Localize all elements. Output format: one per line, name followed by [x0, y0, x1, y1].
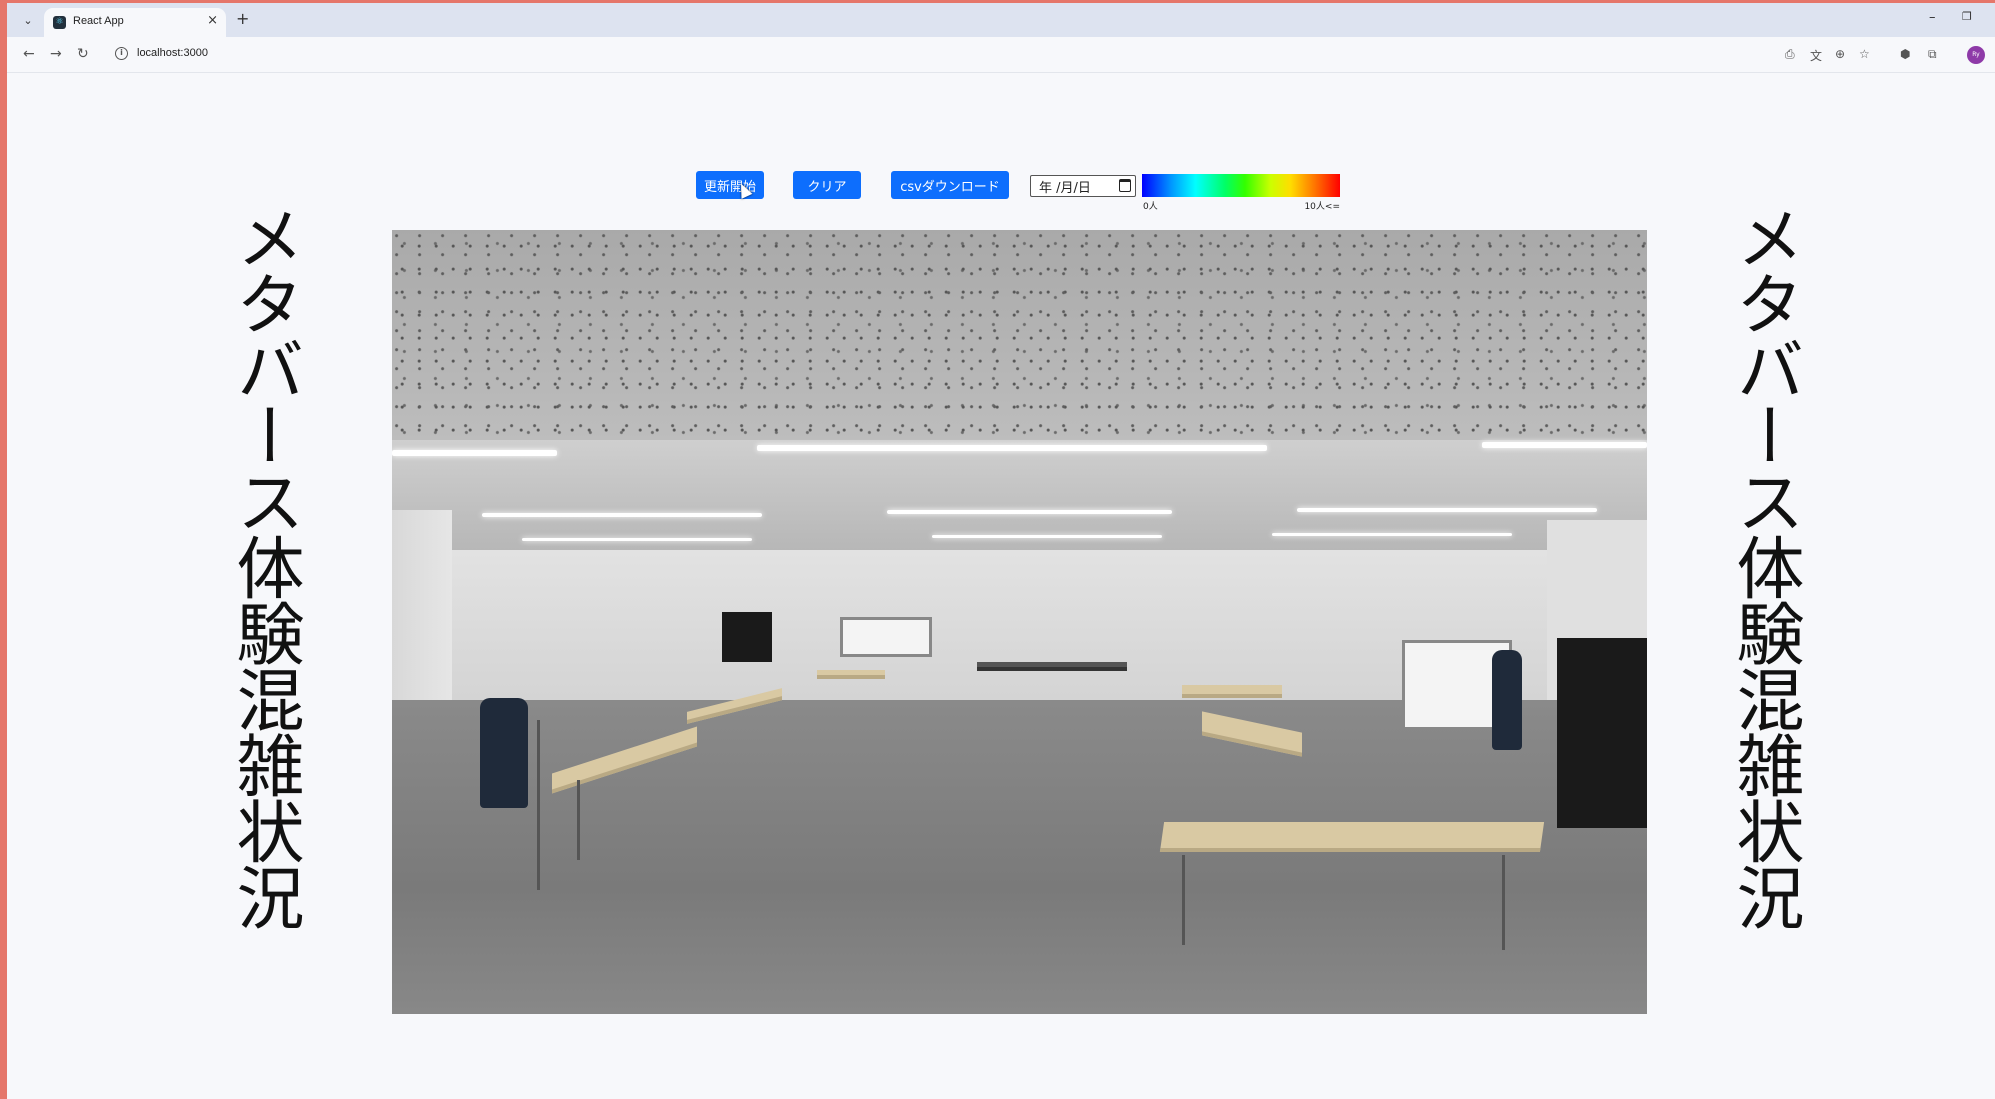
table: [817, 670, 885, 679]
csv-download-button[interactable]: csvダウンロード: [891, 171, 1009, 199]
table-leg: [577, 780, 580, 860]
page-title-left: メタバース体験混雑状況: [224, 203, 303, 929]
tab-strip: ⌄ ⚛ React App × + – ❐: [7, 3, 1995, 37]
bookmark-star-icon[interactable]: ☆: [1859, 47, 1870, 61]
table: [1159, 822, 1545, 852]
whiteboard: [840, 617, 932, 657]
minimize-icon[interactable]: –: [1929, 10, 1936, 25]
browser-toolbar: ← → ↻ i localhost:3000 ⎙ 文 ⊕ ☆ ⬢ ⧉ Ry: [7, 37, 1995, 73]
tab-title: React App: [73, 15, 124, 27]
legend-gradient-bar: [1142, 174, 1340, 197]
ceiling-light: [887, 510, 1172, 514]
calendar-icon[interactable]: [1119, 179, 1131, 192]
ceiling-light: [1297, 508, 1597, 512]
tab-react-app[interactable]: ⚛ React App ×: [44, 8, 226, 37]
zoom-icon[interactable]: ⊕: [1835, 47, 1845, 61]
react-favicon-icon: ⚛: [53, 16, 66, 29]
legend-min-label: 0人: [1143, 202, 1158, 212]
coat-rack-pole: [537, 720, 540, 890]
browser-window: ⌄ ⚛ React App × + – ❐ ← → ↻ i localhost:…: [0, 0, 1995, 1099]
floor: [392, 700, 1647, 1014]
table: [977, 662, 1127, 671]
address-bar[interactable]: i localhost:3000: [107, 41, 1787, 67]
extension-shield-icon[interactable]: ⬢: [1900, 47, 1910, 61]
table-leg: [1502, 855, 1505, 950]
forward-icon[interactable]: →: [50, 46, 62, 62]
congestion-color-legend: 0人 10人<=: [1142, 174, 1340, 212]
table-leg: [1182, 855, 1185, 945]
tab-search-chevron-icon[interactable]: ⌄: [17, 11, 39, 31]
extensions-puzzle-icon[interactable]: ⧉: [1928, 47, 1937, 62]
page-title-right: メタバース体験混雑状況: [1724, 203, 1803, 929]
legend-max-label: 10人<=: [1304, 202, 1340, 212]
url-text[interactable]: localhost:3000: [137, 47, 208, 59]
clear-button[interactable]: クリア: [793, 171, 861, 199]
back-icon[interactable]: ←: [23, 46, 35, 62]
tab-close-icon[interactable]: ×: [207, 13, 218, 28]
monitor: [722, 612, 772, 662]
ceiling-light: [1482, 442, 1647, 448]
table: [1182, 685, 1282, 698]
profile-avatar[interactable]: Ry: [1967, 46, 1985, 64]
ceiling-light: [757, 445, 1267, 451]
room-photo: [392, 230, 1647, 1014]
tv-screen: [1557, 638, 1647, 828]
translate-icon[interactable]: 文: [1810, 47, 1822, 64]
install-app-icon[interactable]: ⎙: [1785, 47, 1795, 62]
coat: [1492, 650, 1522, 750]
reload-icon[interactable]: ↻: [77, 46, 89, 62]
start-update-button[interactable]: 更新開始: [696, 171, 764, 199]
coat: [480, 698, 528, 808]
ceiling: [392, 230, 1647, 440]
ceiling-light: [392, 450, 557, 456]
controls-bar: 更新開始 クリア csvダウンロード 年 /月/日 0人 10人<=: [7, 168, 1995, 213]
ceiling-light: [932, 535, 1162, 538]
restore-icon[interactable]: ❐: [1962, 10, 1972, 23]
new-tab-icon[interactable]: +: [236, 9, 249, 28]
ceiling-light: [482, 513, 762, 517]
date-placeholder: 年 /月/日: [1039, 181, 1091, 196]
date-input[interactable]: 年 /月/日: [1030, 175, 1136, 197]
ceiling-light: [1272, 533, 1512, 536]
ceiling-light: [522, 538, 752, 541]
site-info-icon[interactable]: i: [115, 47, 128, 60]
